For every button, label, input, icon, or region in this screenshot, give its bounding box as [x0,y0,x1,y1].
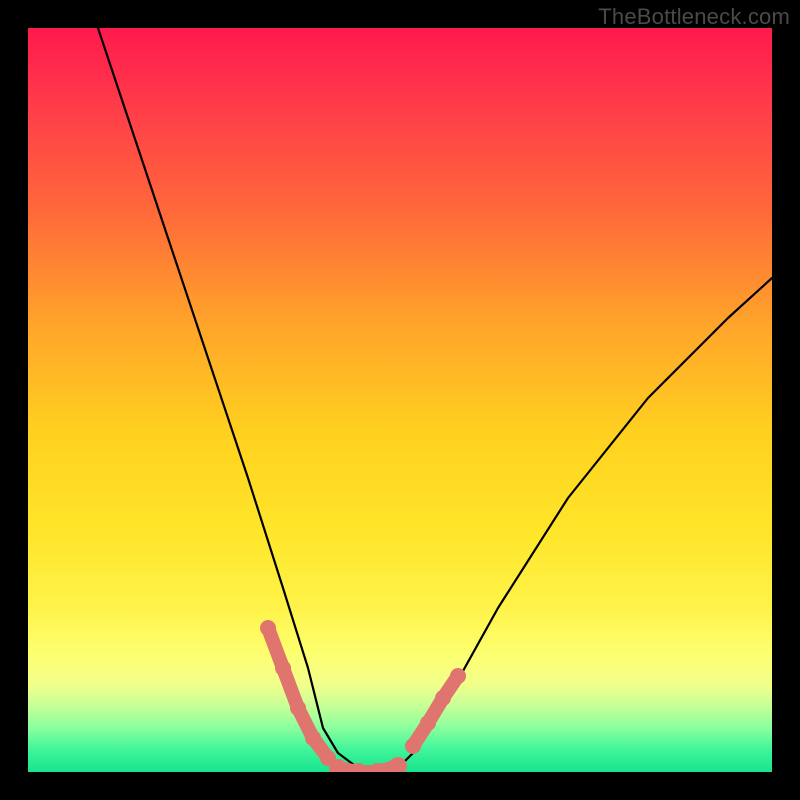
chart-frame: TheBottleneck.com [0,0,800,800]
watermark-text: TheBottleneck.com [598,4,790,30]
bottleneck-curve [28,28,772,772]
highlight-dot [450,668,466,684]
curve-path [98,28,772,772]
plot-area [28,28,772,772]
highlight-markers [260,620,466,772]
highlight-dot [389,757,407,772]
